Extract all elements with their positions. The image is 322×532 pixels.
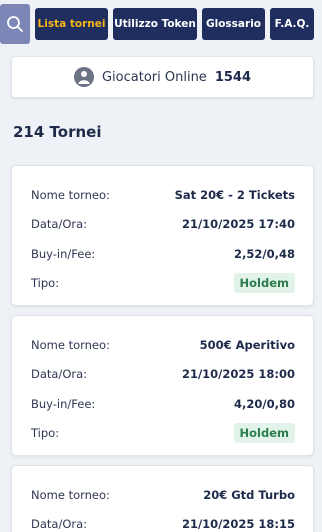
name-label: Nome torneo:	[31, 337, 110, 352]
tournament-name: Sat 20€ - 2 Tickets	[174, 187, 295, 202]
type-row: Tipo: Holdem	[31, 419, 295, 449]
buyin-row: Buy-in/Fee: 2,52/0,48	[31, 239, 295, 269]
tournament-date: 21/10/2025 17:40	[181, 217, 295, 232]
search-icon	[7, 16, 23, 32]
tournament-name: 20€ Gtd Turbo	[203, 487, 295, 502]
date-row: Data/Ora: 21/10/2025 18:15	[31, 510, 295, 532]
type-label: Tipo:	[31, 276, 60, 291]
buyin-label: Buy-in/Fee:	[31, 246, 96, 261]
tournament-card[interactable]: Nome torneo: 20€ Gtd Turbo Data/Ora: 21/…	[11, 465, 314, 532]
name-row: Nome torneo: 20€ Gtd Turbo	[31, 480, 295, 510]
name-row: Nome torneo: 500€ Aperitivo	[31, 330, 295, 360]
tab-utilizzo-token[interactable]: Utilizzo Token	[113, 8, 197, 40]
name-row: Nome torneo: Sat 20€ - 2 Tickets	[31, 180, 295, 210]
tab-lista-tornei[interactable]: Lista tornei	[35, 8, 108, 40]
buyin-row: Buy-in/Fee: 4,20/0,80	[31, 389, 295, 419]
players-online-label: Giocatori Online	[101, 69, 207, 85]
tournament-count: 214 Tornei	[13, 123, 102, 141]
search-button[interactable]	[0, 4, 30, 44]
date-row: Data/Ora: 21/10/2025 18:00	[31, 360, 295, 390]
tab-faq[interactable]: F.A.Q.	[270, 8, 314, 40]
tab-glossario[interactable]: Glossario	[202, 8, 265, 40]
tournament-name: 500€ Aperitivo	[199, 337, 295, 352]
top-nav: Lista tornei Utilizzo Token Glossario F.…	[0, 0, 322, 48]
buyin-label: Buy-in/Fee:	[31, 396, 96, 411]
tournament-card[interactable]: Nome torneo: 500€ Aperitivo Data/Ora: 21…	[11, 315, 314, 456]
date-label: Data/Ora:	[31, 517, 88, 532]
type-badge: Holdem	[233, 273, 295, 294]
tournament-date: 21/10/2025 18:15	[181, 517, 295, 532]
tournament-buyin: 4,20/0,80	[234, 396, 295, 411]
tournament-date: 21/10/2025 18:00	[181, 367, 295, 382]
type-row: Tipo: Holdem	[31, 269, 295, 299]
tournament-buyin: 2,52/0,48	[234, 246, 295, 261]
player-icon	[73, 67, 94, 87]
date-label: Data/Ora:	[31, 367, 88, 382]
name-label: Nome torneo:	[31, 187, 110, 202]
name-label: Nome torneo:	[31, 487, 110, 502]
players-online-count: 1544	[214, 69, 251, 85]
date-row: Data/Ora: 21/10/2025 17:40	[31, 210, 295, 240]
type-badge: Holdem	[233, 423, 295, 444]
date-label: Data/Ora:	[31, 217, 88, 232]
players-online-card: Giocatori Online 1544	[11, 56, 314, 98]
tournament-card[interactable]: Nome torneo: Sat 20€ - 2 Tickets Data/Or…	[11, 165, 314, 306]
type-label: Tipo:	[31, 426, 60, 441]
